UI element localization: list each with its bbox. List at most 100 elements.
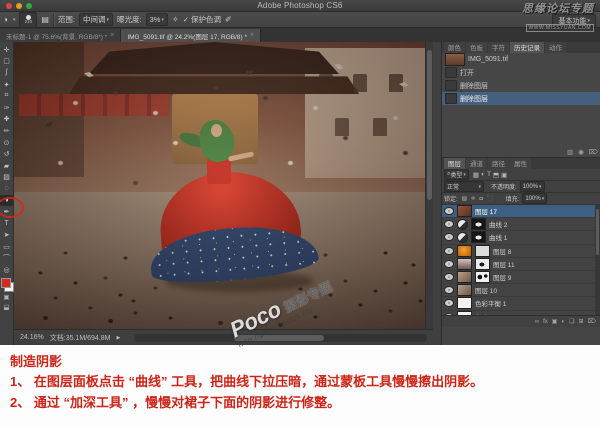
layer-filter-icon[interactable]: ⬒ (493, 171, 499, 179)
brush-tool[interactable]: ✏ (0, 125, 13, 137)
lock-option-icon[interactable]: ✛ (471, 196, 476, 202)
layer-row-curves2[interactable]: 曲线 2 (442, 218, 600, 231)
layers-footer-icon[interactable]: fx (543, 319, 548, 325)
workspace-switcher-button[interactable]: 基本功能 ▾ (552, 14, 596, 27)
shape-tool[interactable]: ▭ (0, 241, 13, 253)
visibility-eye-icon[interactable] (444, 220, 454, 228)
layer-name[interactable]: 图层 8 (493, 246, 511, 256)
panel-tab[interactable]: 色板 (466, 41, 487, 53)
close-tab-icon[interactable]: × (250, 32, 254, 39)
screen-mode-button[interactable]: ⬓ (0, 302, 13, 312)
layer-name[interactable]: 图层 11 (493, 259, 515, 269)
scrollbar-thumb[interactable] (596, 209, 599, 255)
history-footer-icon[interactable]: ⌦ (589, 148, 598, 156)
layers-footer-icon[interactable]: ⊞ (578, 318, 583, 325)
hand-tool[interactable]: ⌒ (0, 253, 13, 265)
blend-mode-dropdown[interactable]: 正常 ▾ (444, 181, 484, 192)
layer-thumbnail[interactable] (457, 258, 472, 270)
brush-panel-toggle-icon[interactable]: ▤ (41, 15, 49, 25)
layer-row-9[interactable]: 图层 9 (442, 271, 600, 284)
layers-footer-icon[interactable]: ⌦ (588, 318, 596, 325)
filter-type-dropdown[interactable]: ⌕ 类型 ▾ (444, 169, 469, 180)
document-canvas[interactable] (14, 42, 433, 329)
layer-row-17[interactable]: 图层 17 (442, 205, 600, 218)
panel-tab[interactable]: 动作 (545, 41, 566, 53)
burn-tool[interactable]: ◑ (0, 195, 13, 207)
scrollbar-thumb[interactable] (234, 335, 324, 341)
history-brush-tool[interactable]: ↺ (0, 148, 13, 160)
layer-name[interactable]: 图层 17 (475, 206, 497, 216)
layer-name[interactable]: 图层 9 (493, 272, 511, 282)
opacity-dropdown[interactable]: 100% ▾ (520, 181, 545, 192)
visibility-eye-icon[interactable] (444, 273, 454, 281)
panel-tab[interactable]: 历史记录 (510, 41, 544, 53)
layer-thumbnail[interactable] (457, 245, 472, 257)
visibility-eye-icon[interactable] (444, 286, 454, 294)
marquee-tool[interactable]: ▢ (0, 56, 13, 68)
layer-mask-thumbnail[interactable] (471, 218, 486, 230)
layer-thumbnail[interactable] (457, 232, 468, 243)
layers-panel-tab[interactable]: 图层 (444, 157, 465, 169)
document-tab[interactable]: 未标题-1 @ 75.6%(背景, RGB/8*) * × (0, 29, 121, 42)
history-state-row[interactable]: 删除图层 (442, 92, 600, 105)
layers-panel-tab[interactable]: 属性 (510, 157, 531, 169)
visibility-eye-icon[interactable] (444, 313, 454, 315)
layer-mask-thumbnail[interactable] (471, 231, 486, 243)
layer-thumbnail[interactable] (457, 297, 472, 309)
layer-row-levels[interactable]: 色阶 1 (442, 311, 600, 316)
layers-footer-icon[interactable]: ▣ (552, 318, 558, 325)
layers-scrollbar[interactable] (595, 205, 600, 315)
layers-panel-tab[interactable]: 路径 (488, 157, 509, 169)
layer-thumbnail[interactable] (457, 311, 472, 315)
layer-filter-icon[interactable]: T (487, 171, 491, 179)
range-dropdown[interactable]: 中间调 ▾ (79, 13, 113, 26)
layer-row-10[interactable]: 图层 10 (442, 284, 600, 297)
quick-mask-button[interactable]: ▣ (0, 292, 13, 302)
close-tab-icon[interactable]: × (110, 32, 114, 39)
zoom-level-value[interactable]: 24.16% (20, 334, 44, 341)
blur-tool[interactable]: ◌ (0, 183, 13, 195)
layer-mask-thumbnail[interactable] (475, 258, 490, 270)
canvas-vertical-scrollbar[interactable] (425, 42, 433, 329)
panel-tab[interactable]: 颜色 (444, 41, 465, 53)
layer-name[interactable]: 色彩平衡 1 (475, 298, 506, 308)
history-state-row[interactable]: 打开 (442, 66, 600, 79)
layer-row-curves1[interactable]: 曲线 1 (442, 231, 600, 244)
layer-name[interactable]: 曲线 1 (489, 232, 507, 242)
pen-pressure-icon[interactable]: ✐ (225, 15, 232, 25)
layer-row-8[interactable]: 图层 8 (442, 245, 600, 258)
visibility-eye-icon[interactable] (444, 299, 454, 307)
layer-thumbnail[interactable] (457, 284, 472, 296)
layer-name[interactable]: 图层 10 (475, 285, 497, 295)
layers-footer-icon[interactable]: ∞ (535, 319, 539, 325)
crop-tool[interactable]: ⌗ (0, 90, 13, 102)
move-tool[interactable]: ✛ (0, 44, 13, 56)
layer-mask-thumbnail[interactable] (475, 271, 490, 283)
history-state-row[interactable]: 删除图层 (442, 79, 600, 92)
lasso-tool[interactable]: ʃ (0, 67, 13, 79)
gradient-tool[interactable]: ▨ (0, 172, 13, 184)
history-snapshot-row[interactable]: IMG_5091.tif (442, 53, 600, 66)
eraser-tool[interactable]: ▰ (0, 160, 13, 172)
history-footer-icon[interactable]: ▥ (567, 148, 573, 156)
quick-select-tool[interactable]: ✦ (0, 79, 13, 91)
airbrush-icon[interactable]: ✧ (172, 15, 179, 25)
layer-filter-icon[interactable]: ◐ (481, 171, 485, 179)
document-tab[interactable]: IMG_5091.tif @ 24.2%(图层 17, RGB/8) * × (121, 29, 261, 42)
burn-tool-preset-icon[interactable]: ◑ (3, 15, 8, 25)
layers-panel-tab[interactable]: 通道 (466, 157, 487, 169)
lock-option-icon[interactable]: ▨ (462, 196, 467, 202)
layer-mask-thumbnail[interactable] (475, 245, 490, 257)
canvas-horizontal-scrollbar[interactable] (134, 334, 427, 342)
layers-footer-icon[interactable]: ◐ (561, 319, 565, 325)
layer-name[interactable]: 色阶 1 (475, 312, 493, 315)
lock-option-icon[interactable]: ⬛ (487, 196, 494, 202)
healing-brush-tool[interactable]: ✚ (0, 114, 13, 126)
layer-row-colorbalance[interactable]: 色彩平衡 1 (442, 297, 600, 310)
fill-dropdown[interactable]: 100% ▾ (522, 193, 547, 204)
layer-row-11[interactable]: 图层 11 (442, 258, 600, 271)
visibility-eye-icon[interactable] (444, 233, 454, 241)
layer-name[interactable]: 曲线 2 (489, 219, 507, 229)
panel-tab[interactable]: 字符 (488, 41, 509, 53)
clone-stamp-tool[interactable]: ⊙ (0, 137, 13, 149)
